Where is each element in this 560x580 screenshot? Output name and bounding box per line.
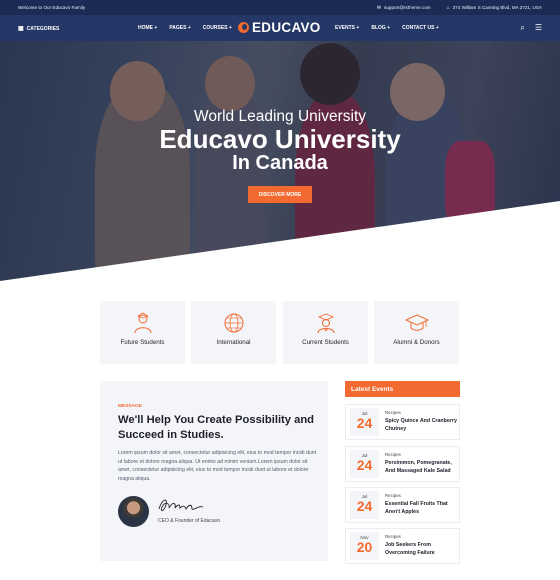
- categories-label: CATEGORIES: [26, 25, 60, 32]
- email-link[interactable]: ✉ support@rstheme.com: [377, 5, 431, 11]
- site-logo[interactable]: EDUCAVO: [238, 20, 321, 35]
- globe-icon: [224, 313, 243, 333]
- event-item[interactable]: Nov 20 Recipes Job Seekers From Overcomi…: [345, 528, 460, 564]
- feature-label: International: [216, 339, 251, 346]
- event-day: 20: [356, 539, 373, 555]
- event-category: Recipes: [385, 410, 401, 415]
- graduate-icon: [317, 313, 334, 334]
- author-role: CEO & Founder of Educavo: [158, 518, 220, 524]
- hero-banner: World Leading University Educavo Univers…: [0, 41, 560, 281]
- categories-button[interactable]: ▦ CATEGORIES: [18, 25, 60, 33]
- event-day: 24: [356, 415, 373, 431]
- student-icon: [134, 312, 151, 334]
- event-title[interactable]: Essential Fall Fruits That Aren't Apples: [385, 500, 457, 516]
- event-date: Jul 24: [350, 491, 379, 519]
- nav-blog[interactable]: BLOG +: [371, 25, 390, 31]
- graduation-cap-icon: [404, 314, 429, 331]
- signature-image: [158, 499, 204, 512]
- message-card: MESSAGE We'll Help You Create Possibilit…: [100, 381, 328, 561]
- welcome-text: Welcome to Our Educavo Family: [18, 5, 86, 10]
- logo-mark-icon: [238, 22, 249, 33]
- feature-label: Alumni & Donors: [393, 339, 440, 346]
- event-category: Recipes: [385, 534, 401, 539]
- nav-contact[interactable]: CONTACT US +: [402, 25, 439, 31]
- event-date: Jul 24: [350, 408, 379, 436]
- event-item[interactable]: Jul 24 Recipes Spicy Quince And Cranberr…: [345, 404, 460, 440]
- event-day: 24: [356, 457, 373, 473]
- search-icon[interactable]: ⌕: [520, 23, 524, 33]
- event-day: 24: [356, 498, 373, 514]
- message-tag: MESSAGE: [118, 404, 142, 409]
- event-item[interactable]: Jul 24 Recipes Essential Fall Fruits Tha…: [345, 487, 460, 523]
- event-item[interactable]: Jul 24 Recipes Persimmon, Pomegranate, A…: [345, 446, 460, 482]
- nav-home[interactable]: HOME +: [138, 25, 157, 31]
- event-title[interactable]: Spicy Quince And Cranberry Chutney: [385, 417, 457, 433]
- event-category: Recipes: [385, 452, 401, 457]
- address-info: ⌂ 374 William S Canning Blvd, MA 2721, US…: [447, 5, 542, 11]
- latest-events-heading: Latest Events: [345, 381, 460, 397]
- feature-label: Future Students: [120, 339, 165, 346]
- message-title: We'll Help You Create Possibility and Su…: [118, 414, 315, 441]
- address-text: 374 William S Canning Blvd, MA 2721, USA: [452, 4, 542, 10]
- hero-title: Educavo University: [159, 124, 401, 154]
- mail-icon: ✉: [376, 4, 382, 11]
- email-text: support@rstheme.com: [384, 4, 431, 10]
- top-bar: Welcome to Our Educavo Family ✉ support@r…: [0, 0, 560, 15]
- feature-alumni-donors[interactable]: Alumni & Donors: [374, 301, 459, 364]
- feature-label: Current Students: [302, 339, 349, 346]
- feature-future-students[interactable]: Future Students: [100, 301, 185, 364]
- avatar: [118, 496, 149, 527]
- location-icon: ⌂: [446, 4, 450, 11]
- feature-current-students[interactable]: Current Students: [283, 301, 368, 364]
- logo-text: EDUCAVO: [252, 20, 321, 35]
- discover-more-button[interactable]: DISCOVER MORE: [248, 186, 312, 203]
- nav-courses[interactable]: COURSES +: [203, 25, 232, 31]
- hamburger-icon[interactable]: ☰: [535, 23, 542, 33]
- event-category: Recipes: [385, 493, 401, 498]
- main-nav: ▦ CATEGORIES HOME + PAGES + COURSES + ED…: [0, 15, 560, 41]
- event-title[interactable]: Persimmon, Pomegranate, And Massaged Kal…: [385, 459, 457, 475]
- event-date: Jul 24: [350, 450, 379, 478]
- event-date: Nov 20: [350, 532, 379, 560]
- nav-events[interactable]: EVENTS +: [335, 25, 359, 31]
- message-body: Lorem ipsum dolor sit amet, consectetur …: [118, 450, 317, 482]
- nav-pages[interactable]: PAGES +: [169, 25, 190, 31]
- grid-icon: ▦: [18, 26, 24, 32]
- event-title[interactable]: Job Seekers From Overcoming Failure: [385, 541, 457, 557]
- hero-title-line2: In Canada: [232, 152, 328, 174]
- feature-international[interactable]: International: [191, 301, 276, 364]
